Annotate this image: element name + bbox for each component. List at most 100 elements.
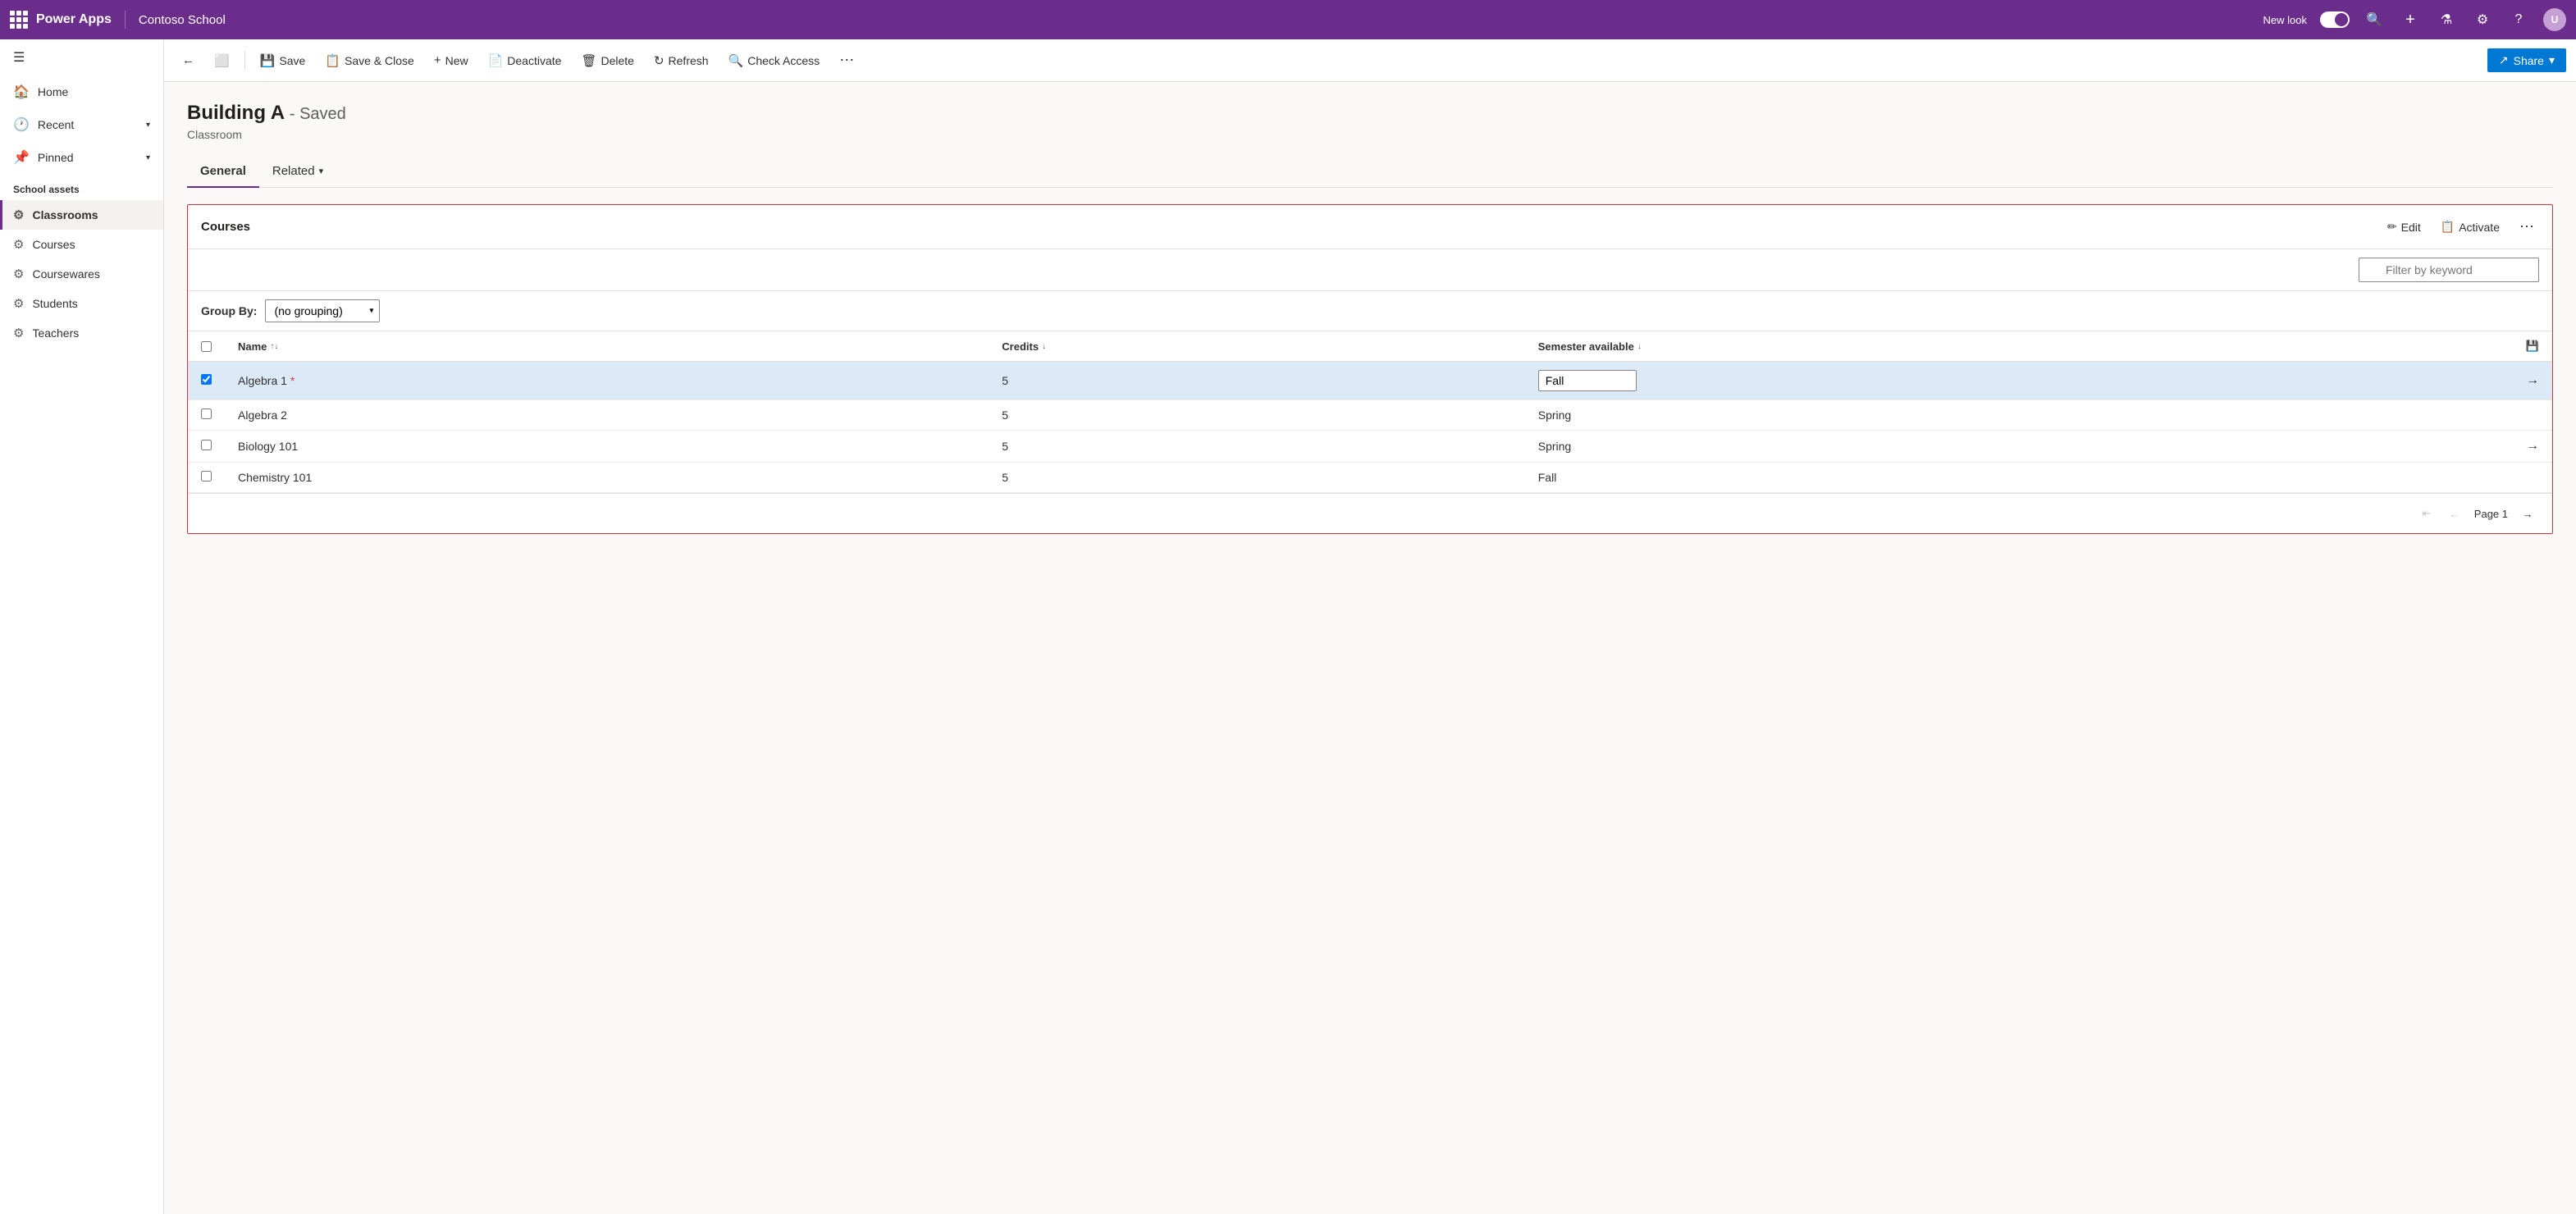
table-row: Algebra 1 * 5 → (188, 362, 2552, 400)
toolbar: ← ⬜ 💾 Save 📋 Save & Close + New 📄 Deacti… (164, 39, 2576, 82)
restore-button[interactable]: ⬜ (206, 48, 238, 73)
record-subtitle: Classroom (187, 128, 2553, 141)
record-header: Building A - Saved Classroom (187, 102, 2553, 141)
select-all-checkbox[interactable] (201, 341, 212, 352)
sidebar-item-classrooms[interactable]: ⚙ Classrooms (0, 200, 163, 230)
settings-icon[interactable]: ⚙ (2471, 8, 2494, 31)
row-name-cell: Algebra 2 (225, 400, 989, 431)
section-more-icon: ⋯ (2519, 218, 2534, 235)
user-avatar[interactable]: U (2543, 8, 2566, 31)
row-nav-cell[interactable]: → (2513, 362, 2552, 400)
top-nav-right: New look 🔍 + ⚗ ⚙ ? U (2263, 8, 2566, 31)
courses-table: Name ↑↓ Credits ↓ (188, 331, 2552, 493)
new-look-label: New look (2263, 14, 2307, 26)
add-icon[interactable]: + (2399, 8, 2422, 31)
section-more-button[interactable]: ⋯ (2514, 215, 2539, 239)
students-label: Students (32, 297, 77, 310)
pinned-icon: 📌 (13, 149, 30, 166)
row-checkbox[interactable] (201, 440, 212, 450)
filter-input[interactable] (2359, 258, 2539, 282)
coursewares-label: Coursewares (32, 267, 99, 281)
row-credits-cell: 5 (989, 431, 1524, 463)
row-name: Chemistry 101 (238, 471, 312, 484)
share-button[interactable]: ↗ Share ▾ (2487, 48, 2566, 72)
sidebar-item-home[interactable]: 🏠 Home (0, 75, 163, 108)
row-semester: Spring (1538, 440, 1571, 453)
back-button[interactable]: ← (174, 48, 203, 72)
recent-chevron: ▾ (146, 121, 150, 130)
edit-label: Edit (2401, 221, 2421, 234)
page-label: Page 1 (2471, 508, 2511, 520)
page-next-button[interactable]: → (2516, 502, 2539, 525)
hamburger-menu[interactable]: ☰ (0, 39, 163, 75)
section-header: Courses ✏ Edit 📋 Activate ⋯ (188, 205, 2552, 249)
group-by-select[interactable]: (no grouping) (265, 299, 380, 322)
section-edit-button[interactable]: ✏ Edit (2382, 217, 2426, 237)
waffle-icon[interactable] (10, 11, 28, 29)
row-checkbox[interactable] (201, 374, 212, 385)
delete-icon: 🗑 (581, 53, 596, 68)
new-button[interactable]: + New (426, 48, 477, 72)
save-close-button[interactable]: 📋 Save & Close (317, 48, 422, 73)
sidebar-item-recent[interactable]: 🕐 Recent ▾ (0, 108, 163, 141)
sidebar-item-courses[interactable]: ⚙ Courses (0, 230, 163, 259)
group-by-bar: Group By: (no grouping) ▾ (188, 291, 2552, 331)
deactivate-label: Deactivate (507, 54, 561, 67)
refresh-label: Refresh (669, 54, 709, 67)
row-semester-cell: Spring (1525, 431, 2513, 463)
save-button[interactable]: 💾 Save (252, 48, 314, 73)
tab-related[interactable]: Related ▾ (259, 156, 336, 188)
semester-input[interactable] (1538, 370, 1637, 391)
back-icon: ← (182, 53, 194, 67)
help-icon[interactable]: ? (2507, 8, 2530, 31)
search-icon[interactable]: 🔍 (2363, 8, 2386, 31)
more-button[interactable]: ⋯ (831, 47, 862, 74)
credits-col-label: Credits (1002, 340, 1039, 353)
sidebar-item-coursewares[interactable]: ⚙ Coursewares (0, 259, 163, 289)
name-sort-icon[interactable]: ↑↓ (270, 342, 278, 351)
sidebar: ☰ 🏠 Home 🕐 Recent ▾ 📌 Pinned ▾ School as… (0, 39, 164, 1214)
row-name: Algebra 1 (238, 374, 287, 387)
share-chevron: ▾ (2549, 53, 2555, 67)
row-checkbox[interactable] (201, 471, 212, 481)
row-credits: 5 (1002, 374, 1008, 387)
deactivate-button[interactable]: 📄 Deactivate (480, 48, 570, 73)
section-edit-icon: ✏ (2387, 220, 2397, 234)
sidebar-item-teachers[interactable]: ⚙ Teachers (0, 318, 163, 348)
tabs: General Related ▾ (187, 156, 2553, 188)
row-semester: Fall (1538, 471, 1557, 484)
home-icon: 🏠 (13, 84, 30, 100)
page-prev-button[interactable]: ← (2443, 502, 2466, 525)
filter-wrapper: 🔍 (2359, 258, 2539, 282)
restore-icon: ⬜ (214, 53, 230, 68)
row-credits: 5 (1002, 471, 1008, 484)
main-content: ← ⬜ 💾 Save 📋 Save & Close + New 📄 Deacti… (164, 39, 2576, 1214)
col-name[interactable]: Name ↑↓ (225, 331, 989, 362)
col-semester[interactable]: Semester available ↓ (1525, 331, 2513, 362)
col-credits[interactable]: Credits ↓ (989, 331, 1524, 362)
filter-icon[interactable]: ⚗ (2435, 8, 2458, 31)
table-row: Chemistry 101 5 Fall (188, 463, 2552, 493)
delete-label: Delete (601, 54, 633, 67)
row-checkbox[interactable] (201, 408, 212, 419)
refresh-button[interactable]: ↻ Refresh (646, 48, 717, 73)
delete-button[interactable]: 🗑 Delete (573, 48, 642, 73)
page-first-button[interactable]: ⇤ (2415, 502, 2438, 525)
section-activate-button[interactable]: 📋 Activate (2436, 217, 2505, 237)
row-credits-cell: 5 (989, 362, 1524, 400)
credits-sort-icon[interactable]: ↓ (1042, 342, 1046, 351)
check-access-button[interactable]: 🔍 Check Access (720, 48, 829, 73)
main-layout: ☰ 🏠 Home 🕐 Recent ▾ 📌 Pinned ▾ School as… (0, 39, 2576, 1214)
tab-general[interactable]: General (187, 156, 259, 188)
app-brand: Power Apps (10, 11, 126, 29)
group-by-select-wrapper: (no grouping) ▾ (265, 299, 380, 322)
semester-sort-icon[interactable]: ↓ (1637, 342, 1642, 351)
new-look-toggle[interactable] (2320, 11, 2350, 28)
sidebar-item-pinned[interactable]: 📌 Pinned ▾ (0, 141, 163, 174)
row-nav-cell[interactable]: → (2513, 431, 2552, 463)
semester-col-label: Semester available (1538, 340, 1634, 353)
related-chevron: ▾ (319, 166, 324, 176)
sidebar-item-students[interactable]: ⚙ Students (0, 289, 163, 318)
save-close-icon: 📋 (325, 53, 340, 68)
courses-section: Courses ✏ Edit 📋 Activate ⋯ (187, 204, 2553, 534)
